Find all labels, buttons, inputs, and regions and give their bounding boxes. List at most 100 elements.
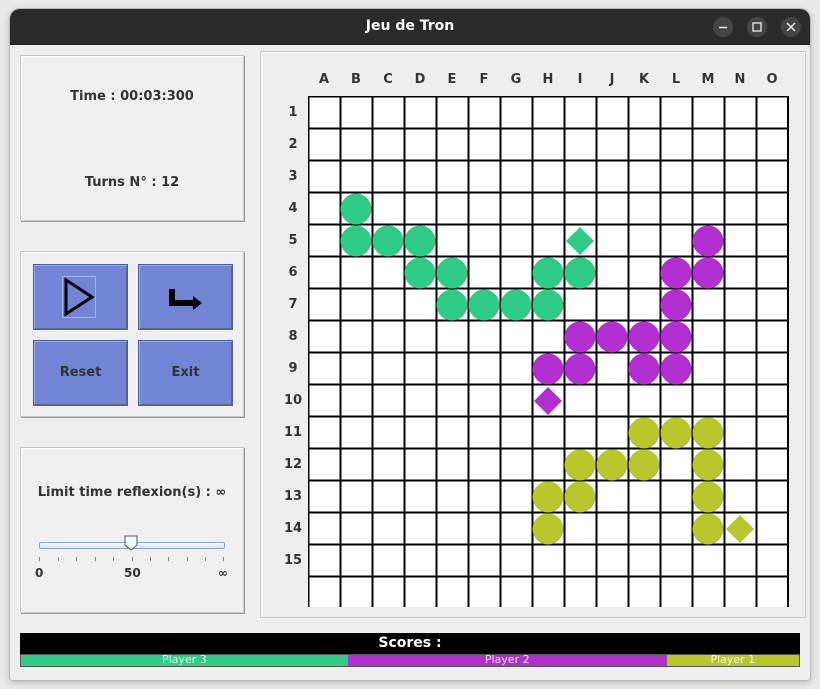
trail-cell bbox=[532, 353, 564, 385]
minimize-icon bbox=[719, 26, 727, 29]
row-label-2: 2 bbox=[288, 137, 298, 152]
trail-cell bbox=[372, 225, 404, 257]
maximize-button[interactable] bbox=[747, 17, 767, 37]
trail-cell bbox=[660, 417, 692, 449]
turns-label: Turns N° : 12 bbox=[84, 175, 180, 190]
time-label: Time : 00:03:300 bbox=[70, 89, 194, 104]
player-head-marker bbox=[566, 227, 594, 255]
player-head-marker bbox=[726, 515, 754, 543]
column-label-D: D bbox=[414, 72, 426, 87]
row-label-11: 11 bbox=[283, 425, 303, 440]
row-label-1: 1 bbox=[288, 105, 298, 120]
column-label-N: N bbox=[734, 72, 746, 87]
trail-cell bbox=[532, 513, 564, 545]
trail-cell bbox=[660, 321, 692, 353]
trail-cell bbox=[660, 353, 692, 385]
trail-cell bbox=[532, 257, 564, 289]
row-label-10: 10 bbox=[283, 393, 303, 408]
slider-max-label: ∞ bbox=[218, 566, 228, 580]
trail-cell bbox=[628, 449, 660, 481]
trail-cell bbox=[692, 513, 724, 545]
row-label-8: 8 bbox=[288, 329, 298, 344]
row-label-15: 15 bbox=[283, 553, 303, 568]
row-label-7: 7 bbox=[288, 297, 298, 312]
column-label-E: E bbox=[447, 72, 457, 87]
info-panel: Time : 00:03:300 Turns N° : 12 bbox=[20, 55, 244, 221]
play-button[interactable] bbox=[33, 264, 128, 330]
column-label-F: F bbox=[479, 72, 489, 87]
trail-cell bbox=[532, 481, 564, 513]
row-label-9: 9 bbox=[288, 361, 298, 376]
app-window: Jeu de Tron Time : 00:03:300 Turns N° : … bbox=[10, 9, 810, 680]
trail-cell bbox=[660, 257, 692, 289]
scores-title: Scores : bbox=[20, 633, 800, 654]
column-label-L: L bbox=[671, 72, 681, 87]
column-label-I: I bbox=[577, 72, 583, 87]
trail-cell bbox=[436, 289, 468, 321]
column-label-A: A bbox=[318, 72, 330, 87]
trail-cell bbox=[628, 353, 660, 385]
trail-cell bbox=[340, 225, 372, 257]
limit-label: Limit time reflexion(s) : ∞ bbox=[37, 485, 227, 500]
game-board[interactable] bbox=[308, 96, 789, 607]
player-head-marker bbox=[534, 387, 562, 415]
minimize-button[interactable] bbox=[713, 17, 733, 37]
trail-cell bbox=[564, 321, 596, 353]
column-label-K: K bbox=[638, 72, 650, 87]
trail-cell bbox=[660, 289, 692, 321]
trail-cell bbox=[564, 481, 596, 513]
trail-cell bbox=[340, 193, 372, 225]
close-icon bbox=[786, 22, 796, 32]
trail-cell bbox=[692, 225, 724, 257]
trail-cell bbox=[436, 257, 468, 289]
column-label-G: G bbox=[510, 72, 522, 87]
column-label-H: H bbox=[542, 72, 554, 87]
row-label-5: 5 bbox=[288, 233, 298, 248]
title-bar[interactable]: Jeu de Tron bbox=[10, 9, 810, 45]
step-arrow-icon bbox=[169, 289, 202, 310]
trail-cell bbox=[628, 321, 660, 353]
row-label-6: 6 bbox=[288, 265, 298, 280]
score-segment: Player 3 bbox=[21, 655, 348, 666]
column-label-J: J bbox=[609, 72, 615, 87]
trail-cell bbox=[596, 449, 628, 481]
window-title: Jeu de Tron bbox=[365, 18, 455, 34]
trail-cell bbox=[692, 449, 724, 481]
row-label-3: 3 bbox=[288, 169, 298, 184]
maximize-icon bbox=[752, 22, 762, 32]
scores-area: Scores : Player 3 Player 2 Player 1 bbox=[20, 633, 800, 667]
play-icon bbox=[62, 276, 96, 318]
trail-cell bbox=[596, 321, 628, 353]
trail-cell bbox=[564, 257, 596, 289]
controls-panel: Reset Exit bbox=[20, 251, 244, 417]
trail-cell bbox=[628, 417, 660, 449]
trail-cell bbox=[692, 417, 724, 449]
exit-button[interactable]: Exit bbox=[138, 340, 233, 406]
score-segment: Player 1 bbox=[666, 655, 799, 666]
step-button[interactable] bbox=[138, 264, 233, 330]
row-label-13: 13 bbox=[283, 489, 303, 504]
trail-cell bbox=[532, 289, 564, 321]
scores-bar: Player 3 Player 2 Player 1 bbox=[20, 654, 800, 667]
trail-cell bbox=[692, 257, 724, 289]
trail-cell bbox=[500, 289, 532, 321]
column-label-B: B bbox=[351, 72, 361, 87]
limit-slider-thumb[interactable] bbox=[124, 535, 138, 551]
close-button[interactable] bbox=[781, 17, 801, 37]
trail-cell bbox=[404, 225, 436, 257]
row-label-12: 12 bbox=[283, 457, 303, 472]
row-label-4: 4 bbox=[288, 201, 298, 216]
trail-cell bbox=[564, 449, 596, 481]
score-segment: Player 2 bbox=[347, 655, 667, 666]
reset-button[interactable]: Reset bbox=[33, 340, 128, 406]
column-label-O: O bbox=[766, 72, 778, 87]
slider-mid-label: 50 bbox=[124, 566, 141, 580]
slider-min-label: 0 bbox=[35, 566, 44, 580]
trail-cell bbox=[564, 353, 596, 385]
trail-cell bbox=[468, 289, 500, 321]
limit-panel: Limit time reflexion(s) : ∞ 0 50 ∞ bbox=[20, 447, 244, 613]
column-label-C: C bbox=[383, 72, 393, 87]
row-label-14: 14 bbox=[283, 521, 303, 536]
trail-cell bbox=[404, 257, 436, 289]
trail-cell bbox=[692, 481, 724, 513]
